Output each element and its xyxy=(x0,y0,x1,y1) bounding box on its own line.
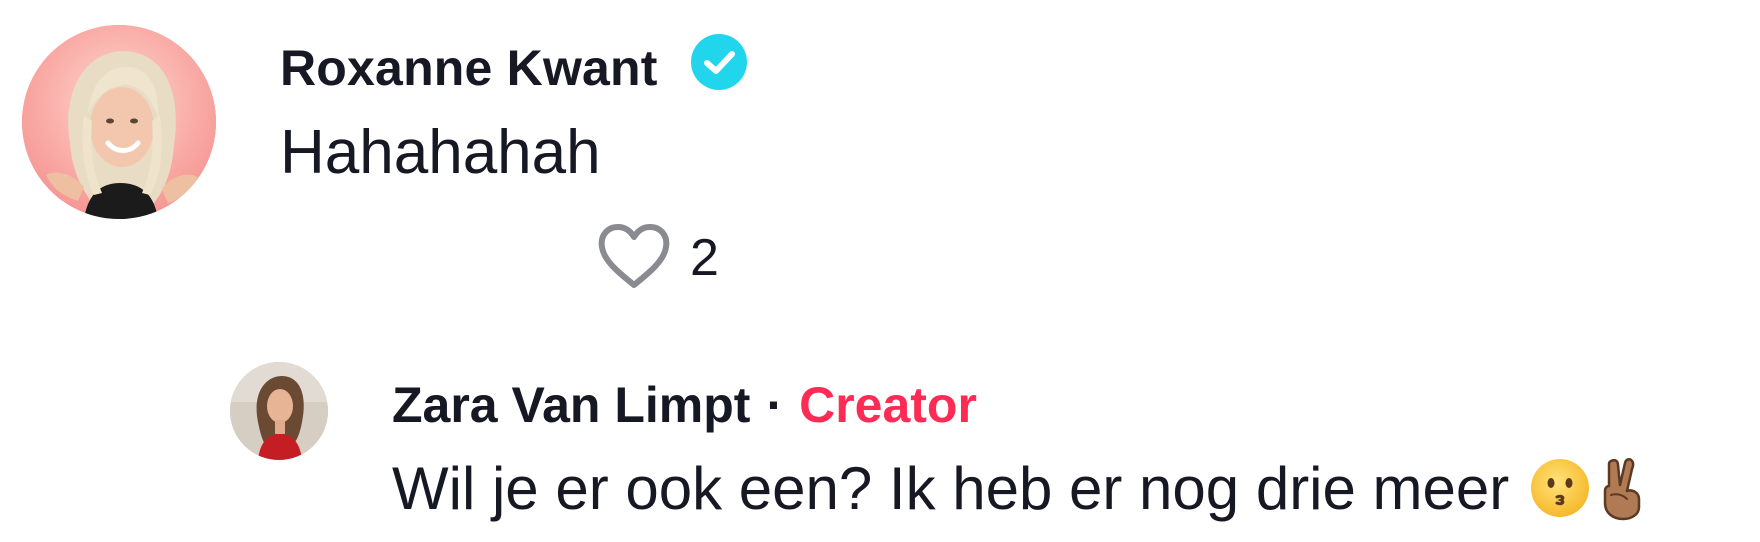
victory-hand-medium-dark-emoji xyxy=(1593,455,1649,521)
reply-text-row: Wil je er ook een? Ik heb er nog drie me… xyxy=(392,450,1649,526)
avatar-photo xyxy=(22,25,216,219)
reply-header: Zara Van Limpt · Creator xyxy=(392,370,977,440)
avatar-photo xyxy=(230,362,328,460)
like-count: 2 xyxy=(690,229,719,287)
comment-like-button[interactable]: 2 xyxy=(596,222,719,294)
comment-text: Hahahahah xyxy=(280,118,601,187)
verified-badge-icon xyxy=(690,34,747,90)
kissing-face-emoji xyxy=(1529,457,1591,519)
comment-author-name[interactable]: Roxanne Kwant xyxy=(280,39,658,97)
reply-text: Wil je er ook een? Ik heb er nog drie me… xyxy=(392,454,1510,522)
reply-author-name[interactable]: Zara Van Limpt xyxy=(392,376,750,434)
comment-author-avatar[interactable] xyxy=(22,25,216,219)
separator-dot: · xyxy=(766,377,784,433)
reply-author-avatar[interactable] xyxy=(230,362,328,460)
creator-badge: Creator xyxy=(799,377,977,433)
comment-header: Roxanne Kwant xyxy=(280,28,747,108)
heart-outline-icon[interactable] xyxy=(596,223,672,293)
